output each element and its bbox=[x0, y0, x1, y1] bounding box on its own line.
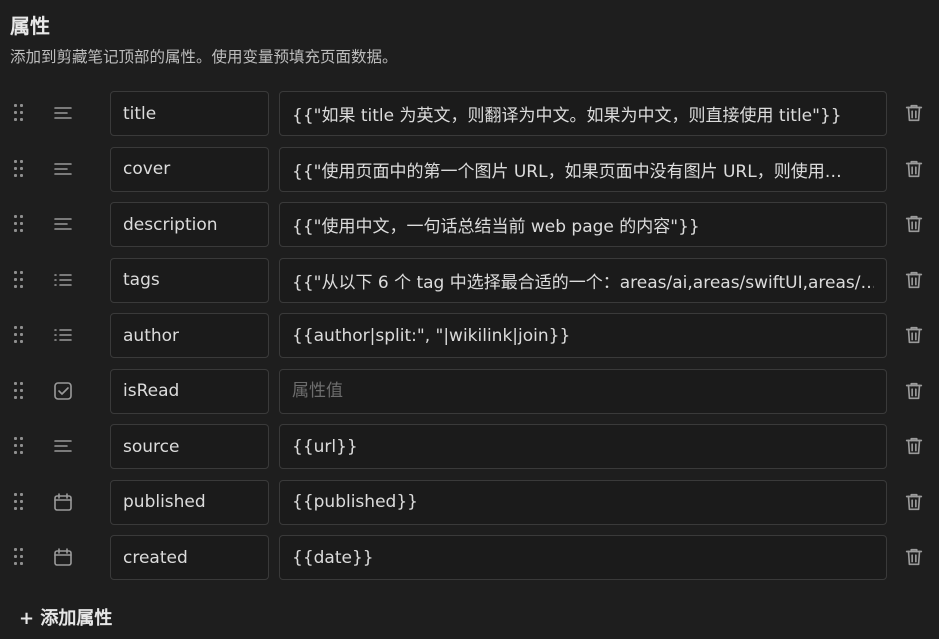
trash-icon[interactable] bbox=[903, 158, 925, 180]
trash-icon[interactable] bbox=[903, 546, 925, 568]
property-value-input[interactable] bbox=[279, 424, 887, 469]
property-value-input[interactable] bbox=[279, 146, 887, 192]
list-icon[interactable] bbox=[52, 269, 74, 291]
trash-icon[interactable] bbox=[903, 213, 925, 235]
property-name-input[interactable] bbox=[110, 257, 269, 303]
property-row bbox=[0, 368, 939, 414]
drag-handle-icon[interactable] bbox=[14, 492, 26, 511]
section-title: 属性 bbox=[10, 14, 50, 38]
drag-handle-icon[interactable] bbox=[14, 381, 26, 400]
property-row bbox=[0, 535, 939, 580]
trash-icon[interactable] bbox=[903, 269, 925, 291]
property-name-input[interactable] bbox=[110, 424, 269, 469]
property-value-input[interactable] bbox=[279, 368, 887, 414]
property-name-input[interactable] bbox=[110, 479, 269, 525]
trash-icon[interactable] bbox=[903, 491, 925, 513]
property-name-input[interactable] bbox=[110, 313, 269, 358]
property-value-input[interactable] bbox=[279, 313, 887, 358]
calendar-icon[interactable] bbox=[52, 491, 74, 513]
property-name-input[interactable] bbox=[110, 202, 269, 247]
property-list bbox=[0, 91, 939, 591]
drag-handle-icon[interactable] bbox=[14, 548, 26, 566]
property-row bbox=[0, 257, 939, 303]
properties-header: 属性 添加到剪藏笔记顶部的属性。使用变量预填充页面数据。 bbox=[10, 10, 398, 67]
section-description: 添加到剪藏笔记顶部的属性。使用变量预填充页面数据。 bbox=[10, 48, 398, 66]
trash-icon[interactable] bbox=[903, 435, 925, 457]
text-lines-icon[interactable] bbox=[52, 102, 74, 124]
property-value-input[interactable] bbox=[279, 257, 887, 303]
property-value-input[interactable] bbox=[279, 202, 887, 247]
trash-icon[interactable] bbox=[903, 324, 925, 346]
drag-handle-icon[interactable] bbox=[14, 104, 26, 122]
checkbox-icon[interactable] bbox=[52, 380, 74, 402]
property-row bbox=[0, 313, 939, 358]
drag-handle-icon[interactable] bbox=[14, 326, 26, 344]
property-row bbox=[0, 91, 939, 136]
drag-handle-icon[interactable] bbox=[14, 437, 26, 455]
property-name-input[interactable] bbox=[110, 91, 269, 136]
text-lines-icon[interactable] bbox=[52, 435, 74, 457]
trash-icon[interactable] bbox=[903, 102, 925, 124]
property-value-input[interactable] bbox=[279, 91, 887, 136]
drag-handle-icon[interactable] bbox=[14, 159, 26, 178]
property-row bbox=[0, 202, 939, 247]
text-lines-icon[interactable] bbox=[52, 158, 74, 180]
trash-icon[interactable] bbox=[903, 380, 925, 402]
drag-handle-icon[interactable] bbox=[14, 215, 26, 233]
text-lines-icon[interactable] bbox=[52, 213, 74, 235]
property-name-input[interactable] bbox=[110, 535, 269, 580]
property-name-input[interactable] bbox=[110, 368, 269, 414]
property-name-input[interactable] bbox=[110, 146, 269, 192]
add-property-button[interactable]: + 添加属性 bbox=[19, 604, 112, 630]
property-row bbox=[0, 479, 939, 525]
property-row bbox=[0, 146, 939, 192]
calendar-icon[interactable] bbox=[52, 546, 74, 568]
property-value-input[interactable] bbox=[279, 535, 887, 580]
list-icon[interactable] bbox=[52, 324, 74, 346]
property-value-input[interactable] bbox=[279, 479, 887, 525]
drag-handle-icon[interactable] bbox=[14, 270, 26, 289]
property-row bbox=[0, 424, 939, 469]
